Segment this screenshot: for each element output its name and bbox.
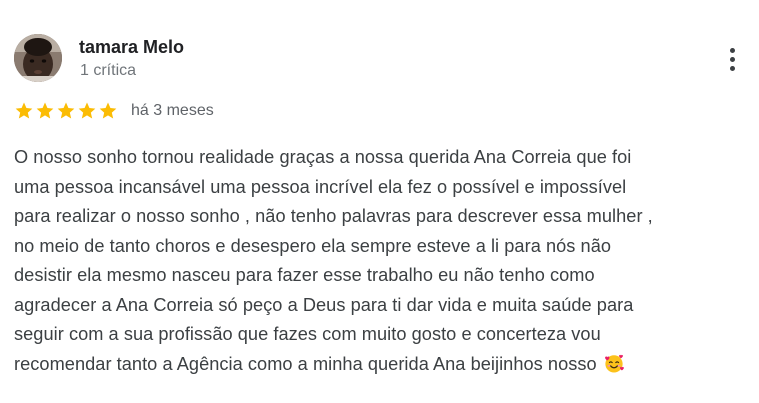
- more-vertical-icon-dot: [729, 56, 735, 62]
- review-text-line: O nosso sonho tornou realidade graças a …: [14, 147, 632, 167]
- star-icon: [99, 102, 117, 119]
- review-text: O nosso sonho tornou realidade graças a …: [14, 143, 749, 379]
- star-icon: [57, 102, 75, 119]
- author-name[interactable]: tamara Melo: [79, 36, 184, 58]
- more-vertical-icon: [729, 47, 735, 53]
- star-icon: [78, 102, 96, 119]
- review-text-line: agradecer a Ana Correia só peço a Deus p…: [14, 294, 634, 315]
- avatar[interactable]: [14, 34, 62, 82]
- review-card: tamara Melo 1 crítica há 3 meses O nosso…: [0, 0, 759, 403]
- review-text-line: seguir com a sua profissão que fazes com…: [14, 324, 601, 344]
- author-review-count[interactable]: 1 crítica: [80, 61, 136, 81]
- star-icon: [36, 102, 54, 119]
- rating-row: há 3 meses: [14, 99, 214, 123]
- review-text-line-content: recomendar tanto a Agência como a minha …: [14, 353, 597, 374]
- review-text-line: uma pessoa incansável uma pessoa incríve…: [14, 176, 627, 197]
- review-text-line: desistir ela mesmo nasceu para fazer ess…: [14, 265, 595, 285]
- review-text-line-last: recomendar tanto a Agência como a minha …: [14, 350, 749, 380]
- more-vertical-icon-dot: [729, 65, 735, 71]
- smiling-face-with-hearts-icon: [604, 354, 624, 373]
- review-text-line: no meio de tanto choros e desespero ela …: [14, 235, 612, 256]
- avatar-photo-icon: [14, 34, 62, 82]
- review-date: há 3 meses: [131, 102, 214, 119]
- review-text-line: para realizar o nosso sonho , não tenho …: [14, 206, 653, 226]
- star-rating: [14, 101, 118, 121]
- star-icon: [15, 102, 33, 119]
- more-options-button[interactable]: [719, 41, 745, 77]
